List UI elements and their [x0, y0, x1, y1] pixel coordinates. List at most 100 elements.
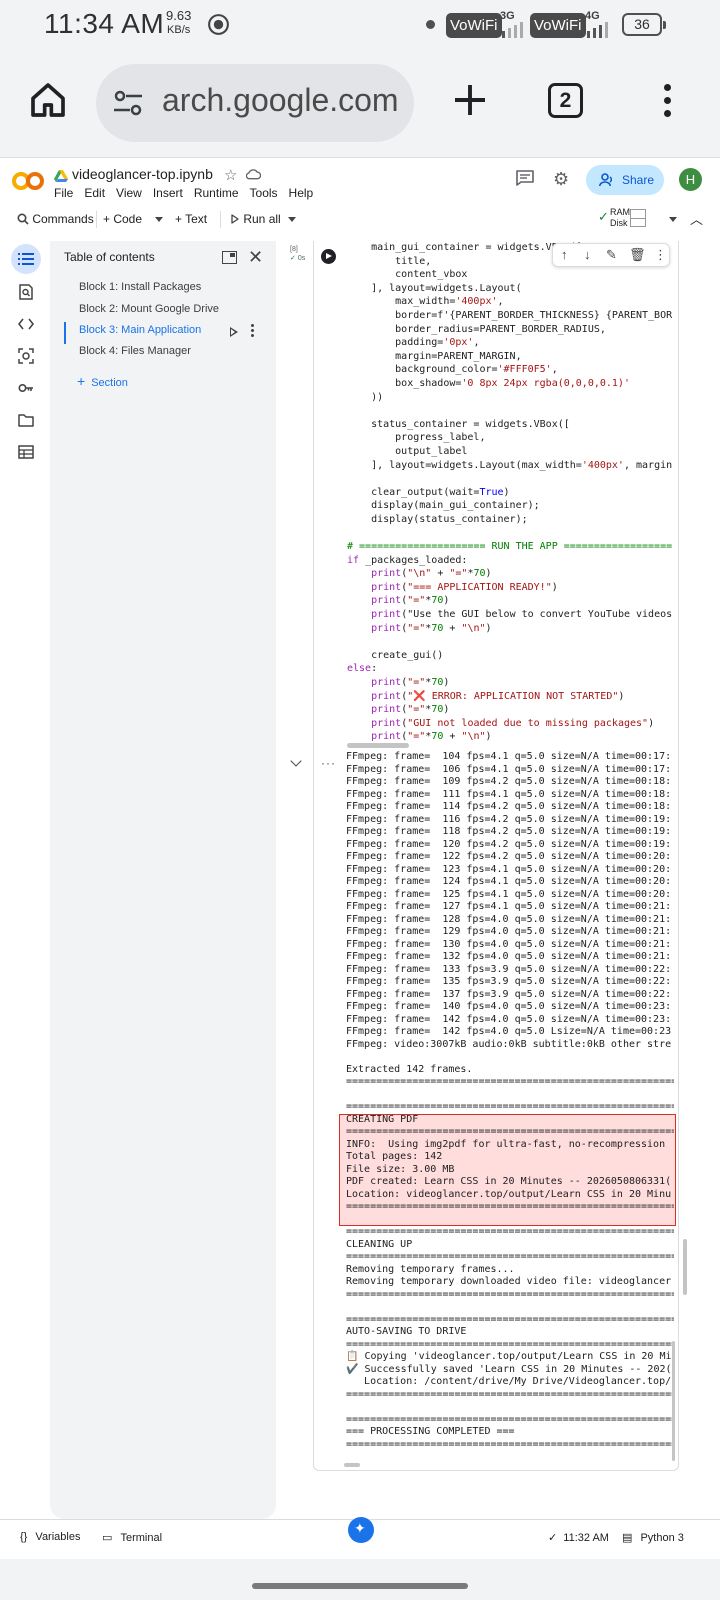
files-rail-button[interactable]: [11, 405, 41, 435]
gemini-button[interactable]: [348, 1517, 374, 1543]
output-line: ========================================…: [346, 1251, 674, 1262]
toc-item-block-4[interactable]: Block 4: Files Manager: [79, 345, 191, 357]
horizontal-scrollbar[interactable]: [347, 743, 409, 748]
play-icon: [231, 214, 239, 224]
close-icon[interactable]: ✕: [248, 247, 263, 268]
output-line: 📋 Copying 'videoglancer.top/output/Learn…: [346, 1351, 672, 1362]
signal-icon: [587, 22, 608, 38]
output-line: FFmpeg: video:3007kB audio:0kB subtitle:…: [346, 1038, 672, 1050]
toc-rail-button[interactable]: [11, 244, 41, 274]
output-line: ========================================…: [346, 1201, 674, 1212]
output-line: ========================================…: [346, 1438, 674, 1450]
output-line: ========================================…: [346, 1388, 674, 1400]
server-icon: ▤: [622, 1532, 633, 1544]
output-scrollbar[interactable]: [672, 1341, 675, 1461]
menu-edit[interactable]: Edit: [84, 186, 105, 200]
add-code-button[interactable]: + Code: [103, 212, 142, 226]
open-in-tab-icon[interactable]: [222, 251, 237, 264]
new-tab-icon[interactable]: [452, 82, 488, 118]
gear-icon[interactable]: ⚙: [553, 170, 571, 188]
chevron-down-icon[interactable]: [155, 217, 163, 222]
more-menu-icon[interactable]: [664, 84, 672, 118]
output-line: FFmpeg: frame= 132 fps=4.0 q=5.0 size=N/…: [346, 951, 672, 962]
output-line: ========================================…: [346, 1101, 674, 1112]
avatar[interactable]: H: [679, 168, 702, 191]
runtime-type[interactable]: ▤ Python 3: [622, 1531, 684, 1544]
gesture-handle[interactable]: [252, 1583, 468, 1589]
run-cell-button[interactable]: [321, 249, 336, 264]
runtime-status[interactable]: ✓ 11:32 AM: [548, 1531, 609, 1544]
variables-icon: [18, 348, 34, 364]
menu-help[interactable]: Help: [289, 186, 314, 200]
share-label: Share: [622, 173, 655, 187]
output-horizontal-scrollbar[interactable]: [344, 1463, 360, 1467]
more-vert-icon[interactable]: [251, 324, 254, 338]
chevron-down-icon[interactable]: [290, 755, 302, 767]
clock: 11:34 AM: [44, 8, 165, 39]
chevron-down-icon[interactable]: [288, 217, 296, 222]
code-line: print("❌ ERROR: APPLICATION NOT STARTED"…: [371, 690, 625, 702]
add-text-button[interactable]: + Text: [175, 212, 207, 226]
output-line: FFmpeg: frame= 142 fps=4.0 q=5.0 size=N/…: [346, 1013, 672, 1025]
divider: [220, 211, 221, 228]
menu-bar: File Edit View Insert Runtime Tools Help: [54, 186, 324, 200]
menu-file[interactable]: File: [54, 186, 73, 200]
menu-view[interactable]: View: [116, 186, 142, 200]
code-snippets-rail-button[interactable]: [11, 309, 41, 339]
terminal-button[interactable]: ▭ Terminal: [102, 1531, 162, 1544]
code-line: clear_output(wait=True): [347, 486, 510, 498]
code-editor[interactable]: main_gui_container = widgets.VBox([ titl…: [347, 241, 673, 741]
code-line: progress_label,: [347, 432, 486, 444]
move-down-icon[interactable]: ↓: [584, 247, 591, 262]
output-line: ✔️ Successfully saved 'Learn CSS in 20 M…: [346, 1363, 672, 1375]
output-menu-icon[interactable]: ···: [321, 756, 336, 770]
data-table-rail-button[interactable]: [11, 437, 41, 467]
vowifi-badge-2: VoWiFi: [530, 13, 586, 38]
variables-rail-button[interactable]: [11, 341, 41, 371]
signal-icon: [502, 22, 523, 38]
menu-runtime[interactable]: Runtime: [194, 186, 239, 200]
toc-item-block-3[interactable]: Block 3: Main Application: [79, 324, 201, 336]
move-up-icon[interactable]: ↑: [561, 247, 568, 262]
code-line: else:: [347, 663, 378, 675]
url-text[interactable]: arch.google.com: [162, 82, 399, 119]
menu-insert[interactable]: Insert: [153, 186, 183, 200]
more-vert-icon[interactable]: ⋮: [654, 247, 667, 263]
edit-icon[interactable]: ✎: [606, 247, 617, 263]
notification-dot-icon: [426, 20, 435, 29]
tab-switcher-button[interactable]: 2: [548, 83, 583, 118]
colab-logo-icon[interactable]: [12, 171, 44, 191]
commands-button[interactable]: Commands: [17, 212, 94, 226]
star-icon[interactable]: ☆: [224, 166, 237, 184]
vertical-scrollbar[interactable]: [683, 1239, 687, 1295]
toc-item-block-1[interactable]: Block 1: Install Packages: [79, 281, 201, 293]
comment-icon[interactable]: [516, 170, 534, 186]
chevron-down-icon[interactable]: [669, 217, 677, 222]
chevron-up-icon[interactable]: ︿: [690, 209, 703, 228]
run-section-icon[interactable]: [230, 327, 238, 337]
run-all-button[interactable]: Run all: [230, 212, 281, 226]
variables-button[interactable]: {} Variables: [20, 1531, 80, 1543]
menu-tools[interactable]: Tools: [250, 186, 278, 200]
output-line: FFmpeg: frame= 109 fps=4.2 q=5.0 size=N/…: [346, 776, 672, 787]
share-button[interactable]: Share: [586, 165, 664, 195]
resource-monitor[interactable]: RAM Disk: [610, 207, 630, 229]
find-rail-button[interactable]: [11, 277, 41, 307]
code-line: )): [347, 391, 384, 403]
bottom-status-bar: {} Variables ▭ Terminal ✓ 11:32 AM ▤ Pyt…: [0, 1517, 720, 1559]
output-line: ========================================…: [346, 1226, 674, 1237]
delete-icon[interactable]: 🗑: [629, 247, 646, 263]
system-nav-bar: [0, 1559, 720, 1600]
address-bar[interactable]: arch.google.com: [96, 64, 414, 142]
toc-item-block-2[interactable]: Block 2: Mount Google Drive: [79, 303, 219, 315]
code-line: margin=PARENT_MARGIN,: [347, 350, 522, 362]
secrets-rail-button[interactable]: [11, 373, 41, 403]
site-settings-icon[interactable]: [112, 88, 144, 118]
add-section-button[interactable]: + Section: [77, 373, 128, 389]
notebook-title[interactable]: videoglancer-top.ipynb: [72, 166, 213, 182]
screen-record-icon: [208, 14, 229, 35]
code-line: print("="*70): [371, 677, 450, 688]
home-icon[interactable]: [28, 80, 68, 120]
